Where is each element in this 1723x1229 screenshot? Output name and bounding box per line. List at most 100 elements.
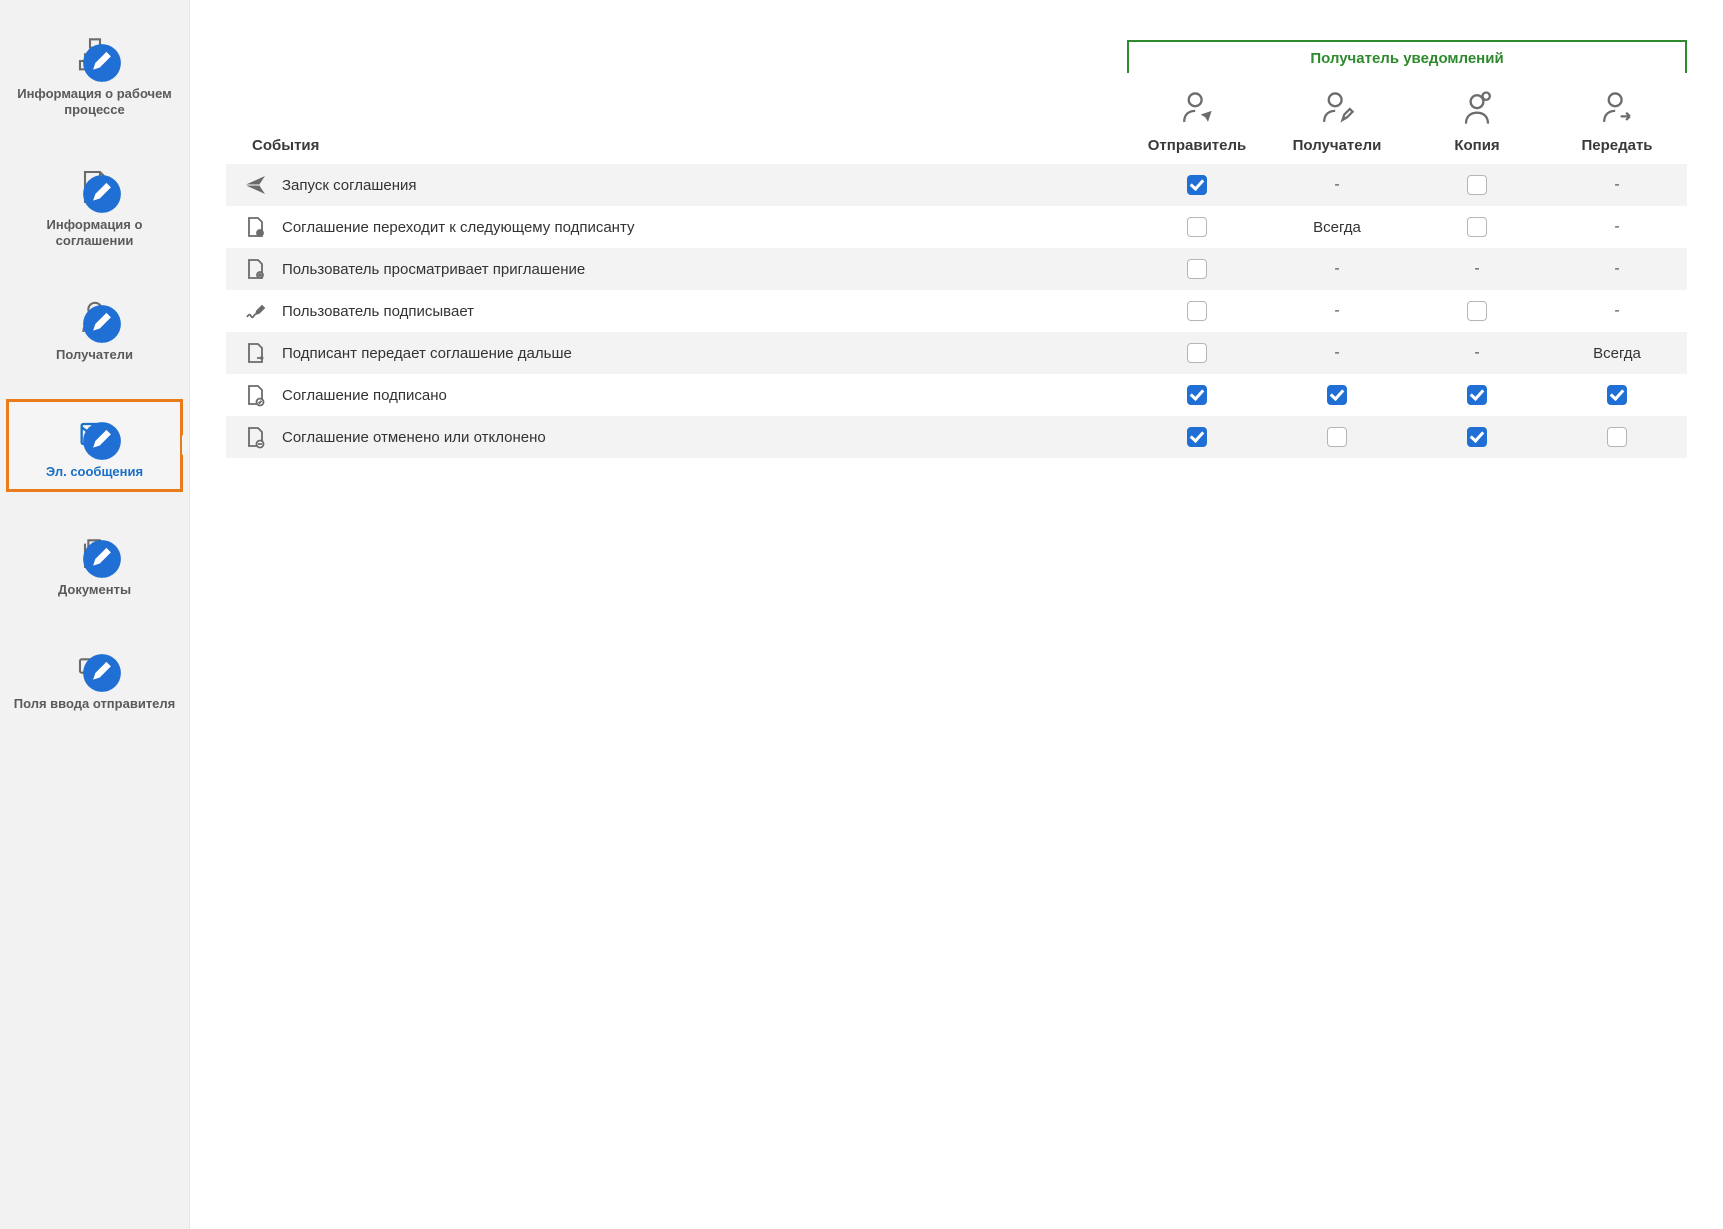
column-header-forward: Передать [1547, 87, 1687, 154]
document-info-icon [71, 163, 119, 211]
cell [1407, 217, 1547, 237]
event-cell: Пользователь просматривает приглашение [226, 256, 1127, 282]
cell [1407, 301, 1547, 321]
cell [1407, 385, 1547, 405]
sidebar-item-label: Информация о рабочем процессе [12, 86, 177, 119]
dash: - [1614, 176, 1619, 193]
event-cell: Соглашение отменено или отклонено [226, 424, 1127, 450]
checkbox[interactable] [1187, 385, 1207, 405]
sidebar-item-agreement-info[interactable]: Информация о соглашении [0, 155, 189, 258]
sidebar-item-label: Информация о соглашении [12, 217, 177, 250]
sidebar-item-label: Эл. сообщения [46, 464, 143, 480]
column-header-sender: Отправитель [1127, 87, 1267, 154]
cell: - [1547, 260, 1687, 278]
sidebar-item-emails[interactable]: Эл. сообщения [6, 399, 183, 491]
cell: - [1267, 302, 1407, 320]
send-icon [242, 172, 268, 198]
checkbox[interactable] [1327, 385, 1347, 405]
sign-icon [242, 298, 268, 324]
event-label: Пользователь просматривает приглашение [282, 261, 585, 278]
column-label: Получатели [1267, 137, 1407, 154]
event-label: Запуск соглашения [282, 177, 417, 194]
cell-text: Всегда [1313, 219, 1361, 236]
email-icon [71, 410, 119, 458]
dash: - [1334, 176, 1339, 193]
cell [1127, 427, 1267, 447]
checkbox[interactable] [1187, 343, 1207, 363]
input-field-icon [71, 642, 119, 690]
checkbox[interactable] [1187, 427, 1207, 447]
dash: - [1614, 260, 1619, 277]
sidebar-item-label: Получатели [56, 347, 133, 363]
cell [1127, 343, 1267, 363]
sidebar-item-label: Поля ввода отправителя [14, 696, 176, 712]
delegate-icon [242, 340, 268, 366]
next-signer-icon [242, 214, 268, 240]
table-row: Соглашение переходит к следующему подпис… [226, 206, 1687, 248]
table-row: Пользователь просматривает приглашение - -… [226, 248, 1687, 290]
person-icon [71, 293, 119, 341]
cell [1547, 427, 1687, 447]
checkbox[interactable] [1187, 301, 1207, 321]
checkbox[interactable] [1467, 385, 1487, 405]
event-cell: Подписант передает соглашение дальше [226, 340, 1127, 366]
checkbox[interactable] [1467, 175, 1487, 195]
checkbox[interactable] [1327, 427, 1347, 447]
sidebar-item-documents[interactable]: Документы [0, 520, 189, 606]
table-row: Соглашение подписано [226, 374, 1687, 416]
event-label: Пользователь подписывает [282, 303, 474, 320]
column-label: Отправитель [1127, 137, 1267, 154]
sender-icon [1175, 87, 1219, 131]
sidebar-item-sender-fields[interactable]: Поля ввода отправителя [0, 634, 189, 720]
cell: - [1547, 176, 1687, 194]
checkbox[interactable] [1467, 217, 1487, 237]
cell: - [1267, 260, 1407, 278]
checkbox[interactable] [1187, 175, 1207, 195]
recipient-group-header: Получатель уведомлений [1127, 40, 1687, 73]
event-label: Соглашение переходит к следующему подпис… [282, 219, 635, 236]
table-header-row: События Отправитель Получатели [226, 73, 1687, 164]
cell [1267, 427, 1407, 447]
signed-icon [242, 382, 268, 408]
cell: - [1547, 302, 1687, 320]
dash: - [1334, 260, 1339, 277]
main-content: Получатель уведомлений События Отправите… [190, 0, 1723, 1229]
column-header-recipients: Получатели [1267, 87, 1407, 154]
sidebar-item-label: Документы [58, 582, 131, 598]
checkbox[interactable] [1607, 427, 1627, 447]
column-header-cc: Копия [1407, 87, 1547, 154]
event-cell: Пользователь подписывает [226, 298, 1127, 324]
sidebar-item-recipients[interactable]: Получатели [0, 285, 189, 371]
event-cell: Запуск соглашения [226, 172, 1127, 198]
forward-icon [1595, 87, 1639, 131]
cell: - [1547, 218, 1687, 236]
table-row: Запуск соглашения - - [226, 164, 1687, 206]
cell: Всегда [1267, 219, 1407, 236]
sidebar: Информация о рабочем процессе Информация… [0, 0, 190, 1229]
event-cell: Соглашение подписано [226, 382, 1127, 408]
table-row: Соглашение отменено или отклонено [226, 416, 1687, 458]
checkbox[interactable] [1607, 385, 1627, 405]
checkbox[interactable] [1187, 259, 1207, 279]
column-label: Передать [1547, 137, 1687, 154]
checkbox[interactable] [1467, 301, 1487, 321]
cell-text: Всегда [1593, 345, 1641, 362]
recipients-icon [1315, 87, 1359, 131]
checkbox[interactable] [1187, 217, 1207, 237]
cell [1267, 385, 1407, 405]
view-icon [242, 256, 268, 282]
cell [1127, 301, 1267, 321]
cancelled-icon [242, 424, 268, 450]
cell [1547, 385, 1687, 405]
table-body: Запуск соглашения - - Соглашение переходит … [226, 164, 1687, 458]
sidebar-item-workflow-info[interactable]: Информация о рабочем процессе [0, 24, 189, 127]
cell: - [1267, 344, 1407, 362]
checkbox[interactable] [1467, 427, 1487, 447]
dash: - [1474, 260, 1479, 277]
event-label: Соглашение подписано [282, 387, 447, 404]
dash: - [1474, 344, 1479, 361]
cell [1407, 427, 1547, 447]
dash: - [1614, 302, 1619, 319]
cell [1127, 217, 1267, 237]
dash: - [1614, 218, 1619, 235]
